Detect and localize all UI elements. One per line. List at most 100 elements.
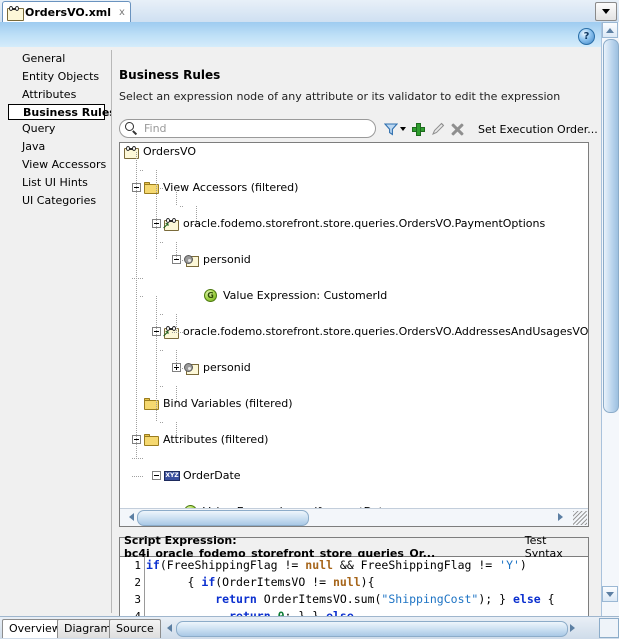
attribute-gear-icon [184, 362, 199, 375]
tree-guide-line [180, 440, 183, 441]
line-number: 2 [134, 576, 141, 589]
tree-row[interactable]: Attributes (filtered) [120, 431, 588, 449]
view-accessor-icon: ↗ [162, 218, 179, 232]
tree-guide-line [160, 314, 163, 315]
tree-row[interactable]: ↗ oracle.fodemo.storefront.store.queries.… [120, 323, 588, 341]
line-number: 1 [134, 559, 141, 572]
editor-horizontal-scrollbar[interactable] [160, 620, 600, 637]
tab-list-dropdown-button[interactable] [595, 2, 617, 21]
code-line-3: return OrderItemsVO.sum("ShippingCost");… [215, 592, 555, 606]
tree-guide-line [160, 188, 163, 189]
filter-dropdown-caret-icon[interactable] [400, 127, 406, 131]
search-placeholder: Find [144, 122, 167, 135]
window-vertical-scrollbar[interactable] [601, 22, 619, 622]
tree-guide-line [132, 458, 143, 459]
tree-row-label: OrderDate [183, 469, 241, 482]
tree-guide-line [196, 206, 197, 224]
groovy-icon: G [204, 289, 217, 302]
sidebar-item-entity-objects[interactable]: Entity Objects [8, 68, 108, 86]
chevron-down-icon [602, 9, 610, 14]
scroll-left-arrow[interactable] [160, 620, 175, 636]
tree-guide-line [156, 296, 157, 422]
tree-row-label: personid [203, 253, 251, 266]
code-line-2: { if(OrderItemsVO != null){ [146, 575, 375, 589]
scrollbar-thumb[interactable] [603, 39, 619, 413]
tree-guide-line [176, 188, 177, 206]
tree-guide-line [160, 422, 163, 423]
tree-guide-line [176, 386, 177, 404]
tree-guide-line [136, 152, 137, 458]
xyz-attribute-icon: XYZ [164, 471, 180, 481]
tree-guide-line [132, 278, 143, 279]
tree-row[interactable]: personid [120, 251, 588, 269]
document-tab-label: OrdersVO.xml [25, 6, 112, 19]
scrollbar-thumb[interactable] [137, 510, 309, 526]
sidebar-item-view-accessors[interactable]: View Accessors [8, 156, 108, 174]
help-icon[interactable]: ? [578, 28, 595, 45]
sidebar-item-query[interactable]: Query [8, 120, 108, 138]
tree-guide-line [180, 368, 183, 369]
tree-guide-line [176, 422, 177, 440]
sidebar-item-ui-categories[interactable]: UI Categories [8, 192, 108, 210]
tree-row[interactable]: XYZ OrderDate [120, 467, 588, 485]
script-expression-header: Script Expression: bc4j_oracle_fodemo_st… [119, 534, 589, 560]
scroll-right-arrow[interactable] [554, 509, 570, 525]
business-rules-pane: Business Rules Select an expression node… [111, 50, 598, 639]
tree-guide-line [172, 332, 183, 333]
tree-row[interactable]: G Value Expression: CustomerId [120, 287, 588, 305]
scroll-up-arrow[interactable] [602, 22, 618, 38]
delete-x-icon[interactable] [451, 122, 464, 136]
tree-guide-line [160, 386, 163, 387]
sidebar-item-business-rules[interactable]: Business Rules [8, 104, 116, 120]
sidebar-item-attributes[interactable]: Attributes [8, 86, 108, 104]
scrollbar-corner [599, 618, 619, 638]
jdeveloper-editor-window: OrdersVO.xml x ? General Entity Objects … [0, 0, 619, 639]
sidebar-item-java[interactable]: Java [8, 138, 108, 156]
tree-row[interactable]: personid [120, 359, 588, 377]
close-icon[interactable]: x [119, 7, 125, 18]
business-rules-tree[interactable]: OrdersVO View Accessors (filtered) ↗ oracle… [119, 142, 589, 527]
tree-guide-line [180, 404, 183, 405]
sidebar-item-general[interactable]: General [8, 50, 108, 68]
attribute-gear-icon [184, 254, 199, 267]
tree-row[interactable]: OrdersVO [120, 143, 588, 161]
tree-guide-line [176, 314, 177, 332]
resize-grip[interactable] [573, 511, 587, 525]
editor-header-band [0, 22, 619, 47]
tab-source[interactable]: Source [109, 619, 161, 638]
search-input[interactable]: Find [119, 119, 376, 138]
tree-horizontal-scrollbar[interactable] [120, 508, 588, 526]
tree-guide-line [156, 170, 157, 260]
page-description: Select an expression node of any attribu… [119, 90, 561, 103]
tree-row-label: oracle.fodemo.storefront.store.queries.O… [183, 325, 588, 338]
scroll-left-arrow[interactable] [121, 509, 137, 525]
set-execution-order-button[interactable]: Set Execution Order... [478, 123, 598, 136]
tree-guide-line [176, 242, 177, 260]
code-line-1: if(FreeShippingFlag != null && FreeShipp… [146, 558, 527, 572]
editor-bottom-tab-strip: Overview Diagram Source [0, 616, 619, 639]
sidebar-item-list-ui-hints[interactable]: List UI Hints [8, 174, 108, 192]
document-tab-strip: OrdersVO.xml x [0, 0, 619, 23]
add-plus-icon[interactable] [412, 122, 425, 136]
tree-rows-container: OrdersVO View Accessors (filtered) ↗ oracle… [120, 143, 588, 508]
scrollbar-thumb[interactable] [176, 621, 568, 637]
tree-collapse-toggle[interactable] [152, 471, 161, 480]
tree-guide-line [180, 260, 183, 261]
document-tab-ordersvo[interactable]: OrdersVO.xml x [2, 1, 131, 23]
tree-row[interactable]: Bind Variables (filtered) [120, 395, 588, 413]
scroll-right-arrow[interactable] [567, 620, 582, 636]
tree-guide-line [160, 350, 163, 351]
filter-funnel-icon[interactable] [384, 122, 398, 136]
view-object-icon [7, 6, 24, 21]
tree-row-label: Value Expression: CustomerId [223, 289, 388, 302]
edit-pencil-icon[interactable] [431, 122, 445, 136]
tree-row-label: personid [203, 361, 251, 374]
tree-row[interactable]: View Accessors (filtered) [120, 179, 588, 197]
tree-row[interactable]: ↗ oracle.fodemo.storefront.store.queries.… [120, 215, 588, 233]
tree-row-label: View Accessors (filtered) [163, 181, 299, 194]
search-icon [125, 122, 138, 135]
line-number: 3 [134, 593, 141, 606]
scroll-down-arrow[interactable] [602, 586, 618, 602]
tree-row-label: Attributes (filtered) [163, 433, 269, 446]
tree-row-label: OrdersVO [143, 145, 196, 158]
